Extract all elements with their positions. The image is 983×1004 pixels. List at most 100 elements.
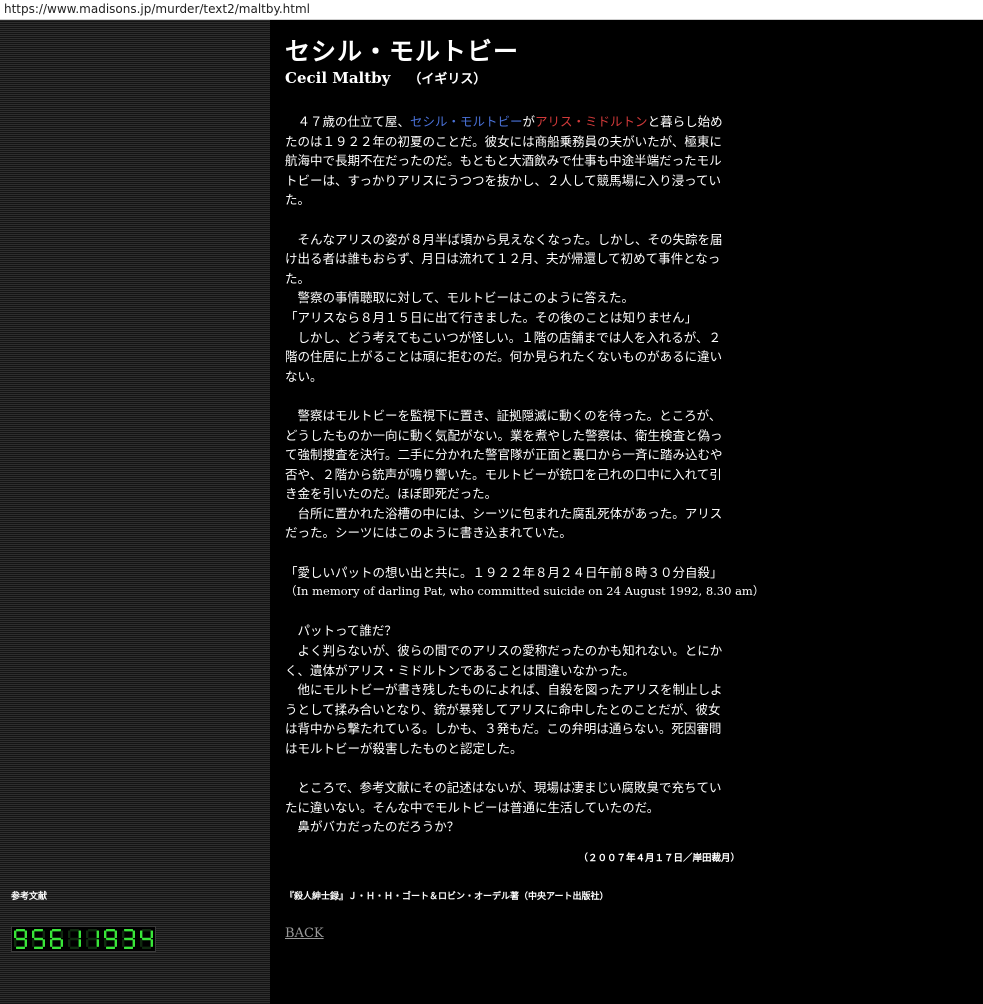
counter-segment [106, 946, 115, 949]
article-line: き金を引いたのだ。ほぼ即死だった。 [285, 486, 498, 502]
counter-segment [70, 946, 79, 949]
counter-segment [132, 939, 135, 947]
article-line: 航海中で長期不在だったのだ。もともと大酒飲みで仕事も中途半端だったモル [285, 153, 722, 169]
counter-segment [78, 930, 81, 939]
counter-segment [86, 930, 89, 939]
counter-segment [42, 930, 45, 939]
article-line: 警察はモルトビーを監視下に置き、証拠隠滅に動くのを待った。ところが、 [285, 407, 722, 423]
access-counter: 95611934 [11, 926, 156, 952]
counter-segment [60, 930, 63, 939]
subtitle-english-name: Cecil Maltby [285, 69, 391, 87]
counter-segment [88, 929, 97, 932]
counter-segment [142, 946, 151, 949]
text-segment: と暮らし始め [647, 114, 723, 129]
counter-segment [140, 930, 143, 939]
back-link[interactable]: BACK [285, 926, 324, 941]
subtitle-country: （イギリス） [408, 72, 487, 87]
article-line: け出る者は誰もおらず、月日は流れて１２月、夫が帰還して初めて事件となっ [285, 251, 721, 267]
counter-segment [34, 937, 43, 941]
counter-segment [52, 937, 61, 941]
counter-digit-glyph: 6 [50, 929, 63, 949]
counter-segment [106, 929, 115, 932]
counter-segment [70, 937, 79, 941]
name-alice-middleton: アリス・ミドルトン [535, 114, 648, 129]
counter-digit-glyph: 9 [14, 929, 27, 949]
article-paragraph-3: 警察はモルトビーを監視下に置き、証拠隠滅に動くのを待った。ところが、 どうしたも… [285, 406, 745, 543]
counter-segment [88, 937, 97, 941]
article-line: うとして揉み合いとなり、銃が暴発してアリスに命中したとのことだが、彼女 [285, 701, 721, 717]
counter-segment [106, 937, 115, 941]
url-bar[interactable]: https://www.madisons.jp/murder/text2/mal… [0, 0, 983, 20]
page-subtitle: Cecil Maltby （イギリス） [285, 68, 486, 87]
counter-segment [96, 930, 99, 939]
article-line: く、遺体がアリス・ミドルトンであることは間違いなかった。 [285, 662, 635, 678]
counter-segment [142, 937, 151, 941]
author-signature: （２００７年４月１７日／岸田裁月） [578, 853, 740, 864]
article-line: て強制捜査を決行。二手に分かれた警官隊が正面と裏口から一斉に踏み込むや [285, 447, 723, 463]
article-paragraph-2: そんなアリスの姿が８月半ば頃から見えなくなった。しかし、その失踪を届 け出る者は… [285, 230, 745, 387]
counter-segment [16, 937, 25, 941]
counter-segment [34, 946, 43, 949]
article-line: よく判らないが、彼らの間でのアリスの愛称だったのかも知れない。とにか [285, 643, 723, 659]
counter-segment [50, 939, 53, 947]
counter-digit: 5 [30, 927, 47, 951]
counter-segment [68, 930, 71, 939]
left-sidebar [0, 20, 270, 1004]
counter-segment [24, 930, 27, 939]
counter-digit: 9 [102, 927, 119, 951]
counter-segment [50, 930, 53, 939]
article-line: は背中から撃たれている。しかも、３発もだ。この弁明は通らない。死因審問 [285, 721, 722, 737]
counter-segment [114, 930, 117, 939]
article-line: たのは１９２２年の初夏のことだ。彼女には商船乗務員の夫がいたが、極東に [285, 133, 722, 149]
article-paragraph-5: パットって誰だ？ よく判らないが、彼らの間でのアリスの愛称だったのかも知れない。… [285, 621, 745, 758]
counter-digit-glyph: 5 [32, 929, 45, 949]
counter-segment [16, 946, 25, 949]
article-paragraph-1: ４７歳の仕立て屋、セシル・モルトビーがアリス・ミドルトンと暮らし始め たのは１９… [285, 112, 745, 210]
counter-digit: 1 [66, 927, 83, 951]
counter-segment [124, 929, 133, 932]
article-line: はモルトビーが殺害したものと認定した。 [285, 741, 523, 756]
name-cecil-maltby: セシル・モルトビー [410, 114, 523, 129]
page-title: セシル・モルトビー [285, 37, 520, 66]
article-line: どうしたものか一向に動く気配がない。業を煮やした警察は、衛生検査と偽っ [285, 427, 723, 443]
counter-segment [114, 939, 117, 947]
article-line: しかし、どう考えてもこいつが怪しい。１階の店舗までは人を入れるが、２ [285, 329, 722, 345]
counter-segment [104, 939, 107, 947]
article-line: 鼻がバカだったのだろうか？ [285, 819, 460, 835]
counter-segment [150, 930, 153, 939]
counter-digit: 1 [84, 927, 101, 951]
counter-segment [60, 939, 63, 947]
counter-digit-glyph: 1 [68, 929, 81, 949]
article-line: ４７歳の仕立て屋、セシル・モルトビーがアリス・ミドルトンと暮らし始め [285, 112, 745, 132]
counter-digit-glyph: 3 [122, 929, 135, 949]
article-line: 他にモルトビーが書き残したものによれば、自殺を図ったアリスを制止しよ [285, 682, 723, 698]
counter-digit-glyph: 9 [104, 929, 117, 949]
article-body: ４７歳の仕立て屋、セシル・モルトビーがアリス・ミドルトンと暮らし始め たのは１９… [285, 112, 764, 837]
counter-segment [52, 946, 61, 949]
references-text: 『殺人紳士録』Ｊ・Ｈ・Ｈ・ゴート＆ロビン・オーデル著（中央アート出版社） [285, 892, 609, 902]
quote-japanese: 「愛しいパットの想い出と共に。１９２２年８月２４日午前８時３０分自殺」 [285, 564, 723, 580]
counter-digit-glyph: 4 [140, 929, 153, 949]
article-line: パットって誰だ？ [285, 623, 397, 639]
counter-segment [34, 929, 43, 932]
counter-segment [70, 929, 79, 932]
counter-segment [24, 939, 27, 947]
counter-segment [68, 939, 71, 947]
counter-digit-glyph: 1 [86, 929, 99, 949]
counter-segment [32, 939, 35, 947]
counter-digit: 4 [138, 927, 155, 951]
counter-segment [42, 939, 45, 947]
article-line: た。 [285, 270, 311, 286]
article-line: 否や、２階から銃声が鳴り響いた。モルトビーが銃口を己れの口中に入れて引 [285, 466, 722, 482]
counter-segment [150, 939, 153, 947]
counter-segment [142, 929, 151, 932]
counter-segment [86, 939, 89, 947]
counter-digit: 6 [48, 927, 65, 951]
references-label: 参考文献 [11, 892, 48, 902]
counter-segment [78, 939, 81, 947]
counter-segment [124, 946, 133, 949]
article-line: ない。 [285, 368, 323, 384]
counter-segment [14, 939, 17, 947]
counter-segment [52, 929, 61, 932]
text-segment: ４７歳の仕立て屋、 [285, 114, 411, 129]
